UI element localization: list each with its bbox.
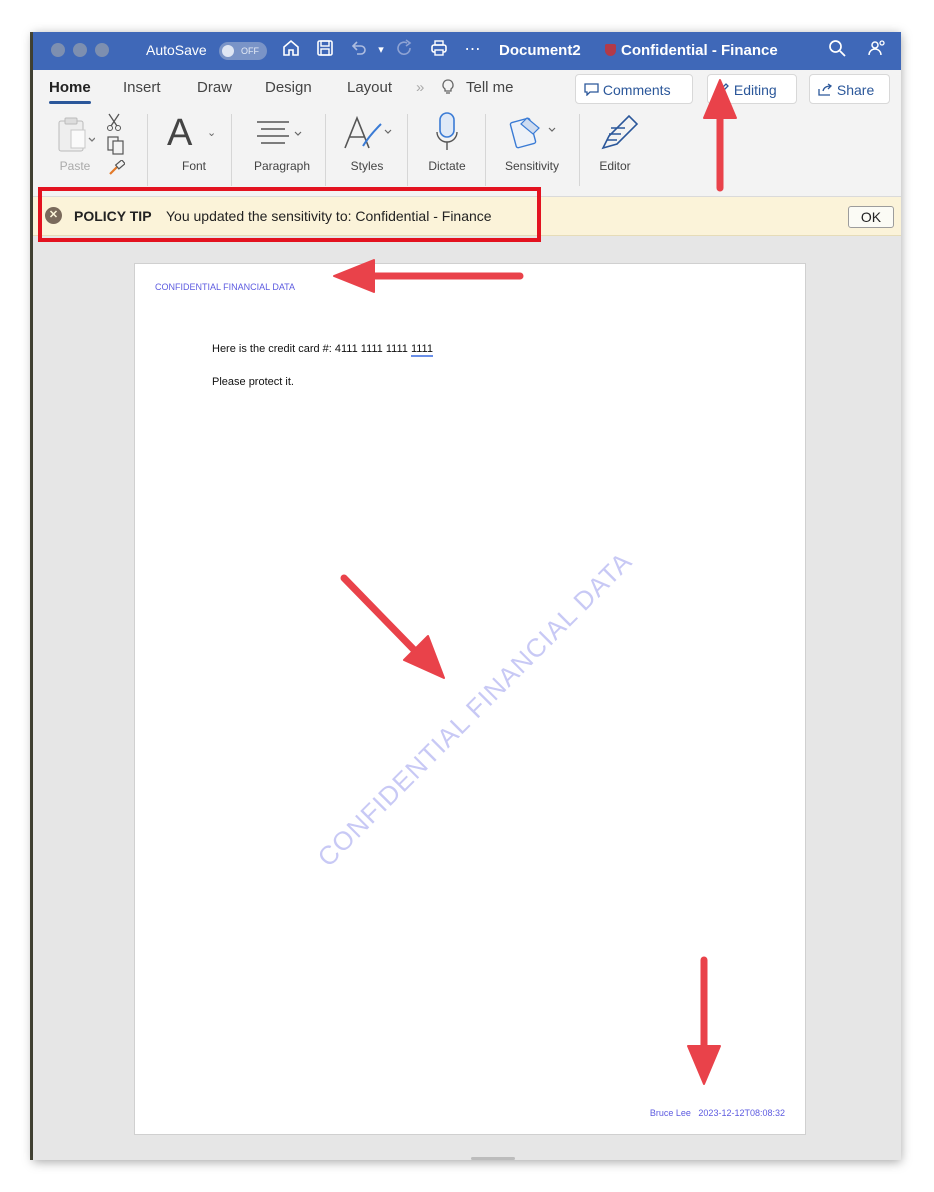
annotation-arrows: [333, 79, 737, 1085]
annotation-arrowhead-left: [333, 259, 375, 293]
annotation-arrowhead-up: [703, 79, 737, 119]
annotation-arrowhead-down: [687, 1045, 721, 1085]
annotation-arrow-diagonal: [340, 574, 424, 660]
